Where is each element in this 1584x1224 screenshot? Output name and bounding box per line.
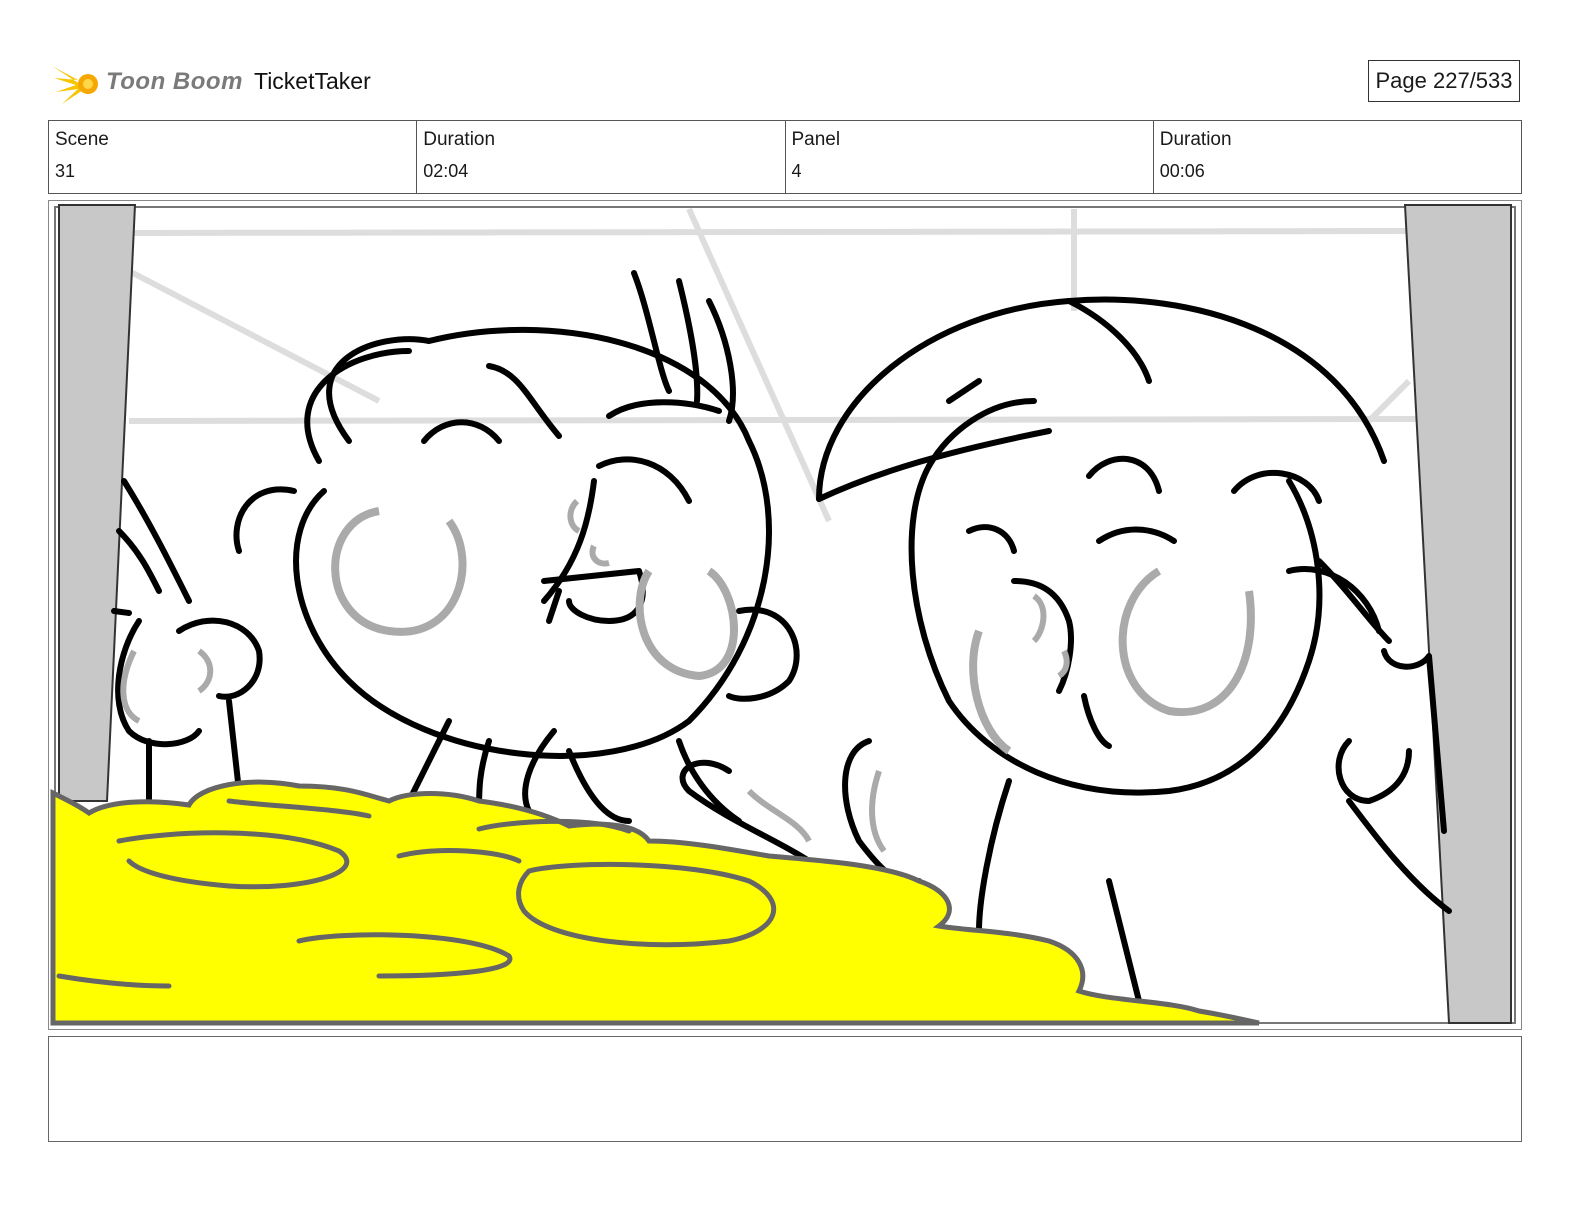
scene-duration-value: 02:04: [423, 161, 469, 181]
scene-label: Scene: [55, 129, 109, 150]
scene-cell: Scene 31: [49, 121, 418, 193]
panel-artwork: [50, 204, 1516, 1026]
toon-boom-logo: Toon Boom: [48, 58, 248, 108]
logo-wordmark: Toon Boom: [106, 68, 243, 95]
panel-label: Panel: [791, 129, 841, 150]
panel-cell: Panel 4: [786, 121, 1154, 193]
page-header: Toon Boom TicketTaker Page 227/533: [48, 54, 1522, 114]
page-indicator: Page 227/533: [1368, 60, 1520, 102]
panel-duration-cell: Duration 00:06: [1154, 121, 1521, 193]
scene-value: 31: [55, 161, 76, 181]
storyboard-panel: [48, 200, 1522, 1030]
scene-duration-label: Duration: [423, 129, 496, 150]
panel-duration-value: 00:06: [1159, 161, 1205, 181]
comet-logo-icon: [52, 66, 98, 104]
scene-duration-cell: Duration 02:04: [417, 121, 786, 193]
panel-value: 4: [791, 161, 802, 181]
panel-notes-box: [48, 1036, 1522, 1142]
scene-info-table: Scene 31 Duration 02:04 Panel 4 Duration…: [48, 120, 1522, 194]
project-title: TicketTaker: [254, 68, 371, 94]
panel-duration-label: Duration: [1159, 129, 1232, 150]
